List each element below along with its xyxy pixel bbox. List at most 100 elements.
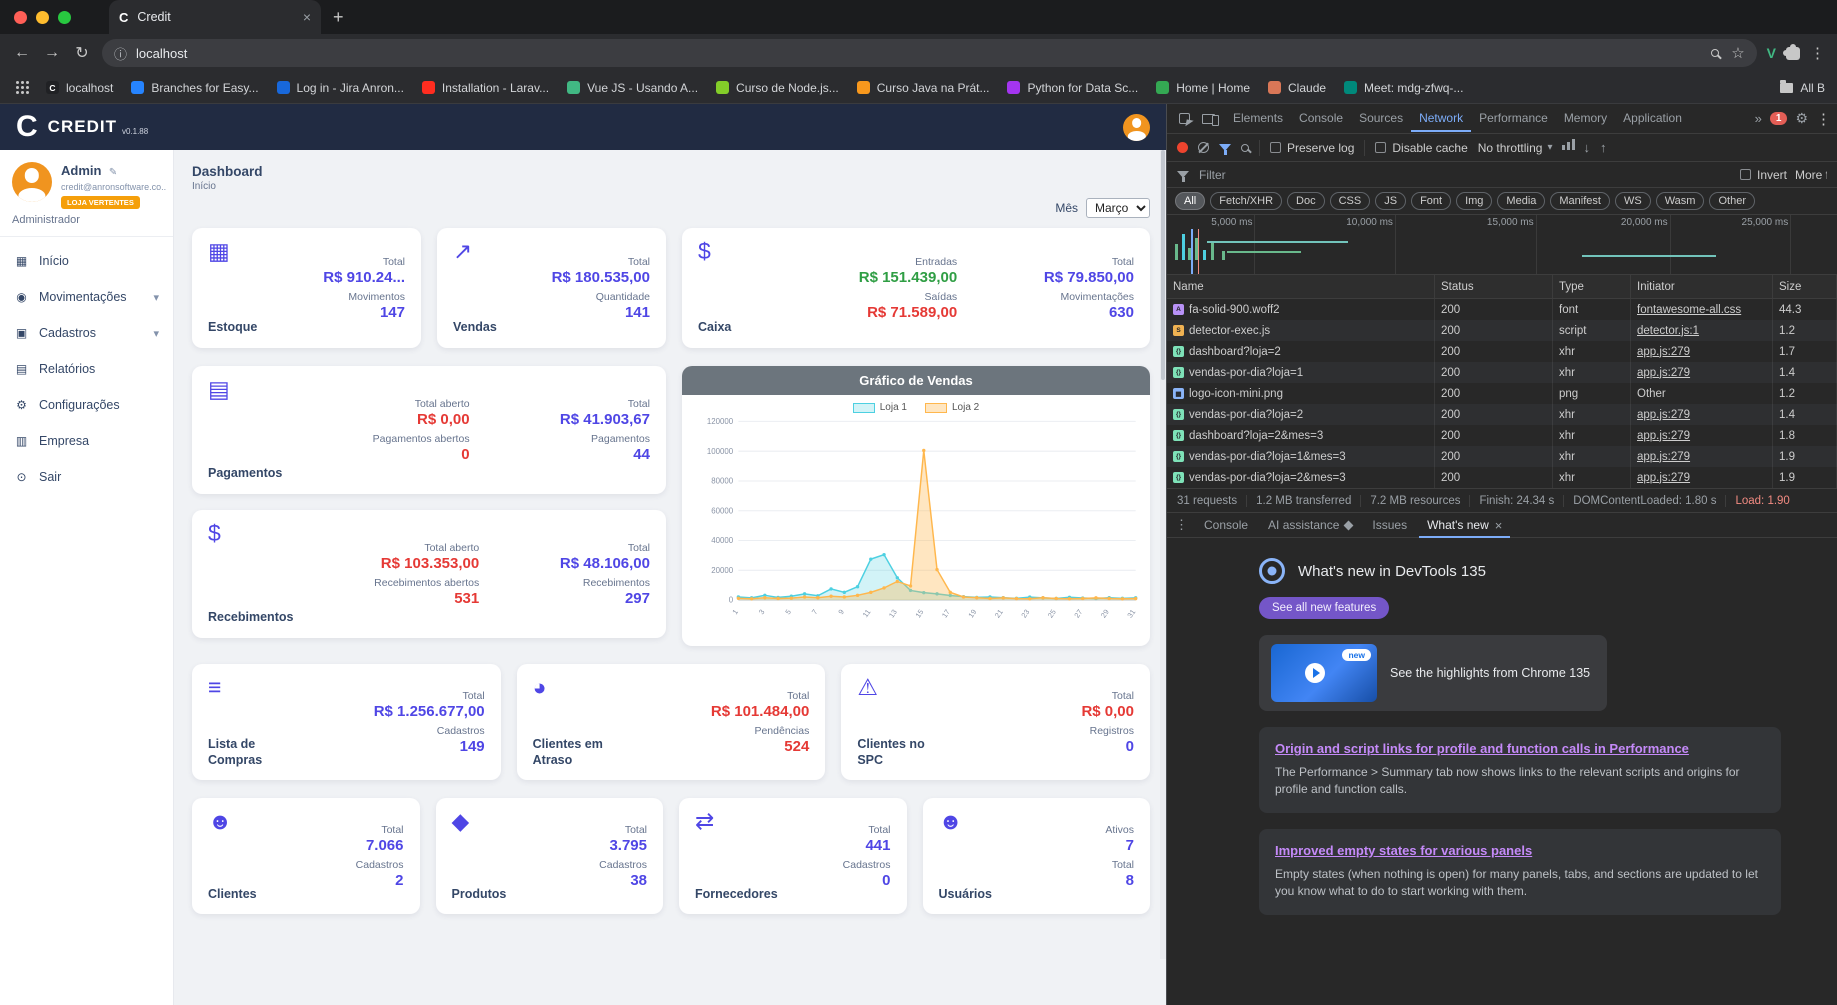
- drawer-menu-icon[interactable]: ⋮: [1175, 517, 1188, 533]
- bookmark-item[interactable]: Vue JS - Usando A...: [558, 77, 707, 99]
- initiator-link[interactable]: app.js:279: [1637, 430, 1690, 442]
- column-header-initiator[interactable]: Initiator: [1631, 275, 1773, 298]
- chrome-highlights-card[interactable]: new See the highlights from Chrome 135: [1259, 635, 1607, 711]
- back-icon[interactable]: ←: [12, 44, 32, 62]
- all-bookmarks-button[interactable]: All B: [1780, 79, 1825, 95]
- tab-network[interactable]: Network: [1411, 105, 1472, 132]
- filter-input[interactable]: [1197, 166, 1337, 183]
- tab-memory[interactable]: Memory: [1556, 105, 1615, 132]
- column-header-status[interactable]: Status: [1435, 275, 1553, 298]
- bookmark-item[interactable]: Python for Data Sc...: [998, 77, 1147, 99]
- filter-chip-wasm[interactable]: Wasm: [1655, 192, 1705, 210]
- network-overview[interactable]: 5,000 ms 10,000 ms 15,000 ms 20,000 ms 25,00…: [1167, 215, 1837, 275]
- legend-loja2[interactable]: Loja 2: [925, 402, 979, 413]
- initiator-link[interactable]: app.js:279: [1637, 409, 1690, 421]
- sidebar-item-empresa[interactable]: ▥ Empresa: [0, 423, 173, 459]
- sidebar-item-cadastros[interactable]: ▣ Cadastros ▾: [0, 315, 173, 351]
- bookmark-item[interactable]: Log in - Jira Anron...: [268, 77, 413, 99]
- table-row[interactable]: {} dashboard?loja=2 200 xhr app.js:279 1.7: [1167, 341, 1837, 362]
- disable-cache-checkbox[interactable]: Disable cache: [1375, 141, 1468, 155]
- export-har-icon[interactable]: ↑: [1600, 140, 1607, 155]
- video-thumbnail[interactable]: new: [1271, 644, 1377, 702]
- clear-icon[interactable]: [1198, 142, 1209, 153]
- legend-loja1[interactable]: Loja 1: [852, 402, 907, 413]
- filter-chip-media[interactable]: Media: [1497, 192, 1546, 210]
- column-header-size[interactable]: Size: [1773, 275, 1837, 298]
- bookmark-item[interactable]: Curso Java na Prát...: [848, 77, 999, 99]
- sidebar-item-relatorios[interactable]: ▤ Relatórios: [0, 351, 173, 387]
- avatar[interactable]: [12, 162, 52, 202]
- new-tab-button[interactable]: +: [333, 7, 344, 28]
- bookmark-item[interactable]: Branches for Easy...: [122, 77, 267, 99]
- apps-grid-icon[interactable]: [16, 81, 19, 84]
- tab-sources[interactable]: Sources: [1351, 105, 1411, 132]
- filter-chip-doc[interactable]: Doc: [1287, 192, 1325, 210]
- filter-toggle-icon[interactable]: [1219, 144, 1231, 155]
- drawer-tab-console[interactable]: Console: [1196, 513, 1256, 537]
- table-row[interactable]: {} vendas-por-dia?loja=2 200 xhr app.js:279 1…: [1167, 404, 1837, 425]
- close-window-button[interactable]: [14, 10, 27, 24]
- filter-chip-all[interactable]: All: [1175, 192, 1206, 210]
- drawer-tab-ai-assistance[interactable]: AI assistance: [1260, 513, 1360, 537]
- table-row[interactable]: {} vendas-por-dia?loja=1&mes=3 200 xhr app.j…: [1167, 446, 1837, 467]
- tab-console[interactable]: Console: [1291, 105, 1351, 132]
- network-conditions-icon[interactable]: [1562, 139, 1576, 150]
- bookmark-item[interactable]: Clocalhost: [37, 77, 122, 99]
- filter-chip-img[interactable]: Img: [1456, 192, 1493, 210]
- initiator-link[interactable]: detector.js:1: [1637, 325, 1699, 337]
- extensions-icon[interactable]: [1783, 43, 1800, 60]
- column-header-type[interactable]: Type: [1553, 275, 1631, 298]
- table-row[interactable]: {} dashboard?loja=2&mes=3 200 xhr app.js:279…: [1167, 425, 1837, 446]
- more-filters-dropdown[interactable]: More filters: [1795, 168, 1827, 182]
- preserve-log-checkbox[interactable]: Preserve log: [1270, 141, 1354, 155]
- header-avatar[interactable]: [1123, 113, 1150, 141]
- filter-chip-ws[interactable]: WS: [1614, 192, 1651, 210]
- network-search-icon[interactable]: [1241, 143, 1249, 152]
- vue-extension-icon[interactable]: V: [1767, 45, 1776, 61]
- initiator-link[interactable]: app.js:279: [1637, 346, 1690, 358]
- bookmark-item[interactable]: Curso de Node.js...: [707, 77, 848, 99]
- drawer-tab-whats-new[interactable]: What's new ×: [1419, 513, 1511, 538]
- table-row[interactable]: Afa-solid-900.woff2 200 font fontawesome-al…: [1167, 299, 1837, 320]
- table-row[interactable]: {} vendas-por-dia?loja=1 200 xhr app.js:279 1…: [1167, 362, 1837, 383]
- feature-link[interactable]: Improved empty states for various panels: [1275, 843, 1532, 858]
- device-toolbar-icon[interactable]: [1202, 113, 1219, 126]
- table-row[interactable]: ▦ logo-icon-mini.png 200 png Other 1.2: [1167, 383, 1837, 404]
- tab-application[interactable]: Application: [1615, 105, 1690, 132]
- throttling-dropdown[interactable]: No throttling ▾: [1478, 141, 1553, 155]
- bookmark-item[interactable]: Home | Home: [1147, 77, 1259, 99]
- initiator-link[interactable]: fontawesome-all.css: [1637, 304, 1741, 316]
- table-row[interactable]: Sdetector-exec.js 200 script detector.js:1 1…: [1167, 320, 1837, 341]
- devtools-menu-icon[interactable]: ⋮: [1816, 110, 1831, 128]
- address-bar[interactable]: ⓘ localhost ☆: [102, 39, 1757, 67]
- tab-performance[interactable]: Performance: [1471, 105, 1556, 132]
- table-row[interactable]: {} vendas-por-dia?loja=2&mes=3 200 xhr app.j…: [1167, 467, 1837, 488]
- devtools-settings-icon[interactable]: ⚙: [1795, 110, 1808, 127]
- tab-close-icon[interactable]: ×: [303, 9, 311, 25]
- close-drawer-tab-icon[interactable]: ×: [1495, 518, 1503, 533]
- inspect-element-icon[interactable]: [1179, 113, 1190, 124]
- sidebar-item-inicio[interactable]: ▦ Início: [0, 243, 173, 279]
- record-button[interactable]: [1177, 142, 1188, 153]
- feature-link[interactable]: Origin and script links for profile and …: [1275, 741, 1689, 756]
- site-info-icon[interactable]: ⓘ: [114, 44, 127, 63]
- invert-checkbox[interactable]: Invert: [1739, 168, 1787, 182]
- url-text[interactable]: localhost: [136, 46, 1702, 61]
- sidebar-item-movimentacoes[interactable]: ◉ Movimentações ▾: [0, 279, 173, 315]
- forward-icon[interactable]: →: [42, 44, 62, 62]
- filter-chip-js[interactable]: JS: [1375, 192, 1407, 210]
- filter-chip-font[interactable]: Font: [1411, 192, 1452, 210]
- tab-elements[interactable]: Elements: [1225, 105, 1291, 132]
- filter-chip-fetchxhr[interactable]: Fetch/XHR: [1210, 192, 1283, 210]
- bookmark-item[interactable]: Meet: mdg-zfwq-...: [1335, 77, 1472, 99]
- browser-menu-icon[interactable]: ⋮: [1810, 44, 1825, 62]
- drawer-tab-issues[interactable]: Issues: [1364, 513, 1415, 537]
- bookmark-item[interactable]: Claude: [1259, 77, 1335, 99]
- sidebar-item-sair[interactable]: ⊙ Sair: [0, 459, 173, 495]
- filter-chip-other[interactable]: Other: [1709, 192, 1755, 210]
- column-header-name[interactable]: Name: [1167, 275, 1435, 298]
- minimize-window-button[interactable]: [36, 10, 49, 24]
- error-count-badge[interactable]: 1: [1769, 112, 1788, 125]
- edit-profile-icon[interactable]: ✎: [109, 167, 117, 178]
- import-har-icon[interactable]: ↓: [1583, 140, 1590, 155]
